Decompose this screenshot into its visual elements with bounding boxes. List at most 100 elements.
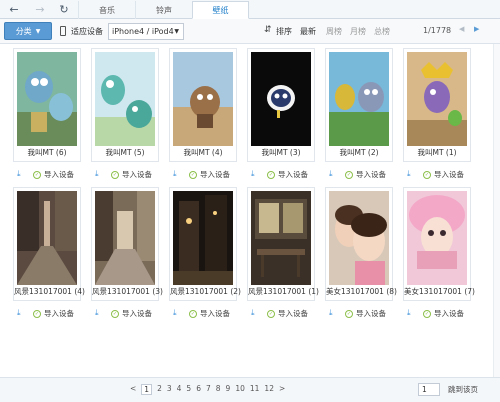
wallpaper-thumbnail[interactable] xyxy=(407,52,467,146)
wallpaper-thumbnail[interactable] xyxy=(407,191,467,285)
wallpaper-title: 我叫MT (4) xyxy=(183,148,223,157)
import-device-button[interactable]: ✓ 导入设备 xyxy=(267,308,308,319)
import-device-label: 导入设备 xyxy=(44,170,74,179)
forward-arrow-icon[interactable]: → xyxy=(32,2,48,16)
import-icon: ✓ xyxy=(111,170,119,179)
wallpaper-thumbnail[interactable] xyxy=(173,191,233,285)
page-link[interactable]: 6 xyxy=(196,384,201,395)
import-device-button[interactable]: ✓ 导入设备 xyxy=(33,308,74,319)
wallpaper-title: 我叫MT (5) xyxy=(105,148,145,157)
import-device-button[interactable]: ✓ 导入设备 xyxy=(111,169,152,180)
import-device-button[interactable]: ✓ 导入设备 xyxy=(345,169,386,180)
page-link[interactable]: 10 xyxy=(235,384,245,395)
wallpaper-thumbnail[interactable] xyxy=(251,191,311,285)
wallpaper-card[interactable]: 我叫MT (2) xyxy=(325,48,393,162)
card-actions: ⤓ ✓ 导入设备 xyxy=(247,169,315,181)
wallpaper-card[interactable]: 我叫MT (4) xyxy=(169,48,237,162)
wallpaper-card[interactable]: 风景131017001 (2) xyxy=(169,187,241,301)
vertical-scrollbar[interactable] xyxy=(493,44,500,377)
device-select-value: iPhone4 / iPod4 xyxy=(112,27,174,36)
card-actions: ⤓ ✓ 导入设备 xyxy=(13,308,81,320)
import-icon: ✓ xyxy=(189,170,197,179)
sort-monthly[interactable]: 月榜 xyxy=(350,26,366,37)
page-link[interactable]: 5 xyxy=(186,384,191,395)
device-select[interactable]: iPhone4 / iPod4 ▼ xyxy=(108,23,184,40)
goto-page-input[interactable] xyxy=(418,383,440,396)
download-icon[interactable]: ⤓ xyxy=(173,169,181,179)
wallpaper-thumbnail[interactable] xyxy=(329,191,389,285)
wallpaper-card[interactable]: 我叫MT (6) xyxy=(13,48,81,162)
import-icon: ✓ xyxy=(189,309,197,318)
wallpaper-card[interactable]: 风景131017001 (3) xyxy=(91,187,163,301)
download-icon[interactable]: ⤓ xyxy=(329,308,337,318)
import-device-button[interactable]: ✓ 导入设备 xyxy=(33,169,74,180)
download-icon[interactable]: ⤓ xyxy=(251,169,259,179)
import-device-button[interactable]: ✓ 导入设备 xyxy=(423,308,464,319)
import-device-button[interactable]: ✓ 导入设备 xyxy=(423,169,464,180)
wallpaper-thumbnail[interactable] xyxy=(173,52,233,146)
page-link[interactable]: 4 xyxy=(177,384,182,395)
wallpaper-thumbnail[interactable] xyxy=(95,191,155,285)
import-icon: ✓ xyxy=(423,170,431,179)
wallpaper-thumbnail[interactable] xyxy=(329,52,389,146)
page-link[interactable]: 7 xyxy=(206,384,211,395)
page-link[interactable]: 2 xyxy=(157,384,162,395)
wallpaper-card[interactable]: 我叫MT (1) xyxy=(403,48,471,162)
import-device-button[interactable]: ✓ 导入设备 xyxy=(111,308,152,319)
download-icon[interactable]: ⤓ xyxy=(95,308,103,318)
wallpaper-card[interactable]: 我叫MT (5) xyxy=(91,48,159,162)
prev-page-link[interactable]: < xyxy=(130,384,136,395)
wallpaper-card[interactable]: 风景131017001 (4) xyxy=(13,187,85,301)
tab-music[interactable]: 音乐 xyxy=(78,1,135,19)
download-icon[interactable]: ⤓ xyxy=(407,169,415,179)
filter-toolbar: 分类 ▼ 适应设备 iPhone4 / iPod4 ▼ ⇵ 排序 最新 周榜 月… xyxy=(0,19,500,44)
download-icon[interactable]: ⤓ xyxy=(173,308,181,318)
download-icon[interactable]: ⤓ xyxy=(17,308,25,318)
download-icon[interactable]: ⤓ xyxy=(407,308,415,318)
page-link[interactable]: 9 xyxy=(226,384,231,395)
goto-page-button[interactable]: 跳到该页 xyxy=(448,384,478,395)
import-device-label: 导入设备 xyxy=(278,170,308,179)
import-icon: ✓ xyxy=(267,309,275,318)
sort-latest[interactable]: 最新 xyxy=(300,26,316,37)
wallpaper-card[interactable]: 美女131017001 (7) xyxy=(403,187,475,301)
tab-wallpapers[interactable]: 壁纸 xyxy=(192,1,249,19)
download-icon[interactable]: ⤓ xyxy=(95,169,103,179)
download-icon[interactable]: ⤓ xyxy=(329,169,337,179)
card-actions: ⤓ ✓ 导入设备 xyxy=(91,308,159,320)
wallpaper-card[interactable]: 风景131017001 (1) xyxy=(247,187,319,301)
import-device-label: 导入设备 xyxy=(44,309,74,318)
wallpaper-thumbnail[interactable] xyxy=(95,52,155,146)
wallpaper-thumbnail[interactable] xyxy=(17,52,77,146)
wallpaper-card[interactable]: 美女131017001 (8) xyxy=(325,187,397,301)
next-page-link[interactable]: > xyxy=(279,384,285,395)
sort-weekly[interactable]: 周榜 xyxy=(326,26,342,37)
card-actions: ⤓ ✓ 导入设备 xyxy=(325,169,393,181)
next-page-icon[interactable]: ▶ xyxy=(474,25,479,33)
import-device-button[interactable]: ✓ 导入设备 xyxy=(345,308,386,319)
page-link-current[interactable]: 1 xyxy=(141,384,153,395)
import-device-button[interactable]: ✓ 导入设备 xyxy=(189,308,230,319)
prev-page-icon[interactable]: ◀ xyxy=(459,25,464,33)
page-link[interactable]: 3 xyxy=(167,384,172,395)
category-dropdown-button[interactable]: 分类 ▼ xyxy=(4,22,52,40)
page-link[interactable]: 11 xyxy=(250,384,260,395)
wallpaper-thumbnail[interactable] xyxy=(17,191,77,285)
wallpaper-title: 风景131017001 (2) xyxy=(170,287,241,296)
page-link[interactable]: 12 xyxy=(264,384,274,395)
back-arrow-icon[interactable]: ← xyxy=(6,2,22,16)
page-link[interactable]: 8 xyxy=(216,384,221,395)
download-icon[interactable]: ⤓ xyxy=(251,308,259,318)
import-device-button[interactable]: ✓ 导入设备 xyxy=(267,169,308,180)
refresh-icon[interactable]: ↻ xyxy=(56,2,72,16)
tab-ringtones[interactable]: 铃声 xyxy=(135,1,192,19)
wallpaper-card[interactable]: 我叫MT (3) xyxy=(247,48,315,162)
import-icon: ✓ xyxy=(33,170,41,179)
sort-total[interactable]: 总榜 xyxy=(374,26,390,37)
wallpaper-thumbnail[interactable] xyxy=(251,52,311,146)
download-icon[interactable]: ⤓ xyxy=(17,169,25,179)
wallpaper-title: 美女131017001 (7) xyxy=(404,287,475,296)
card-actions: ⤓ ✓ 导入设备 xyxy=(169,169,237,181)
import-device-button[interactable]: ✓ 导入设备 xyxy=(189,169,230,180)
card-actions: ⤓ ✓ 导入设备 xyxy=(325,308,393,320)
